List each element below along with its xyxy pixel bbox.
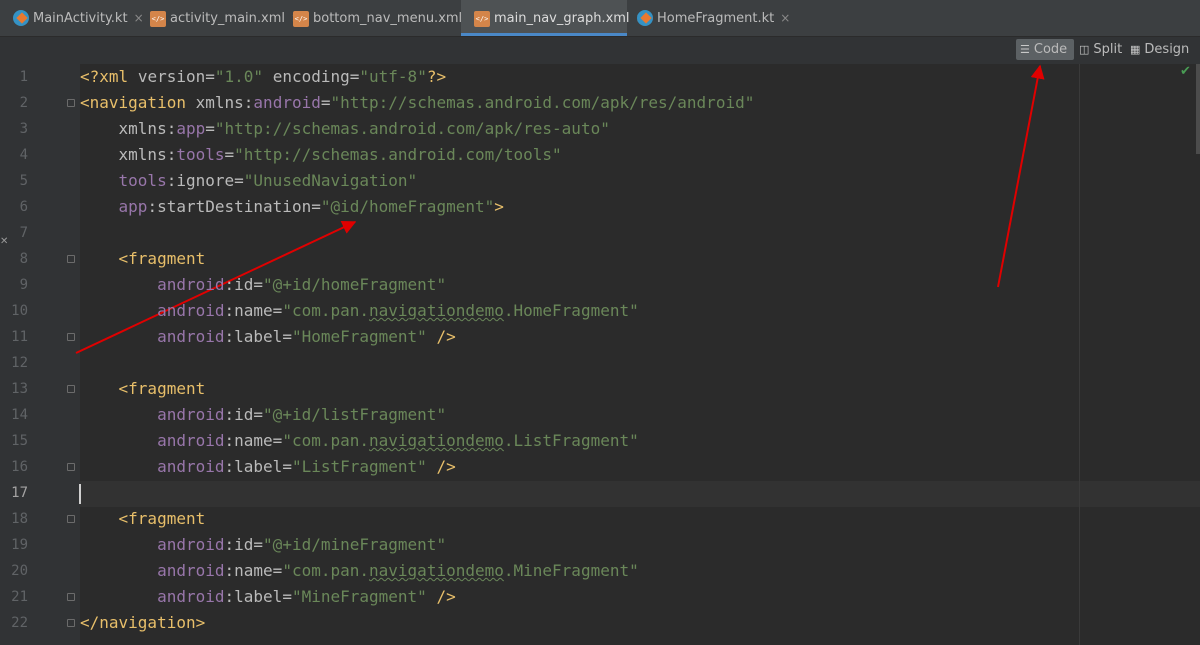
line-number: 7 [19,225,28,241]
line-number: 4 [19,147,28,163]
code-line[interactable]: android:label="HomeFragment" /> [80,324,456,350]
line-number: 13 [11,381,28,397]
line-number: 1 [19,69,28,85]
code-line[interactable]: xmlns:app="http://schemas.android.com/ap… [80,116,610,142]
code-line[interactable]: </navigation> [80,610,205,636]
code-line[interactable]: xmlns:tools="http://schemas.android.com/… [80,142,562,168]
fold-marker-icon[interactable] [67,255,75,263]
line-number: 6 [19,199,28,215]
code-line[interactable]: android:label="MineFragment" /> [80,584,456,610]
line-number: 20 [11,563,28,579]
fold-marker-icon[interactable] [67,593,75,601]
line-number: 16 [11,459,28,475]
line-number: 2 [19,95,28,111]
code-line[interactable]: android:label="ListFragment" /> [80,454,456,480]
fold-marker-icon[interactable] [67,99,75,107]
code-line[interactable]: <fragment [80,376,206,402]
line-number: 3 [19,121,28,137]
line-number: 21 [11,589,28,605]
code-line[interactable]: <navigation xmlns:android="http://schema… [80,90,754,116]
code-line[interactable]: android:name="com.pan.navigationdemo.Min… [80,558,639,584]
code-line[interactable]: android:id="@+id/listFragment" [80,402,446,428]
annotation-arrow-code-button [997,64,1045,288]
code-line[interactable]: tools:ignore="UnusedNavigation" [80,168,418,194]
fold-marker-icon[interactable] [67,463,75,471]
code-line[interactable]: android:name="com.pan.navigationdemo.Hom… [80,298,639,324]
code-line[interactable]: android:id="@+id/mineFragment" [80,532,446,558]
fold-marker-icon[interactable] [67,333,75,341]
line-number: 11 [11,329,28,345]
line-number: 8 [19,251,28,267]
fold-marker-icon[interactable] [67,619,75,627]
line-number: 17 [11,485,28,501]
code-line[interactable]: android:id="@+id/homeFragment" [80,272,446,298]
line-number: 14 [11,407,28,423]
line-number: 12 [11,355,28,371]
line-number: 18 [11,511,28,527]
line-number: 10 [11,303,28,319]
code-line[interactable]: <fragment [80,246,206,272]
code-line[interactable]: <fragment [80,506,206,532]
line-number: 5 [19,173,28,189]
code-line[interactable]: <?xml version="1.0" encoding="utf-8"?> [80,64,446,90]
line-number: 9 [19,277,28,293]
code-line[interactable]: app:startDestination="@id/homeFragment"> [80,194,504,220]
fold-marker-icon[interactable] [67,515,75,523]
code-line[interactable]: android:name="com.pan.navigationdemo.Lis… [80,428,639,454]
line-number: 19 [11,537,28,553]
line-number: 22 [11,615,28,631]
fold-marker-icon[interactable] [67,385,75,393]
line-number: 15 [11,433,28,449]
